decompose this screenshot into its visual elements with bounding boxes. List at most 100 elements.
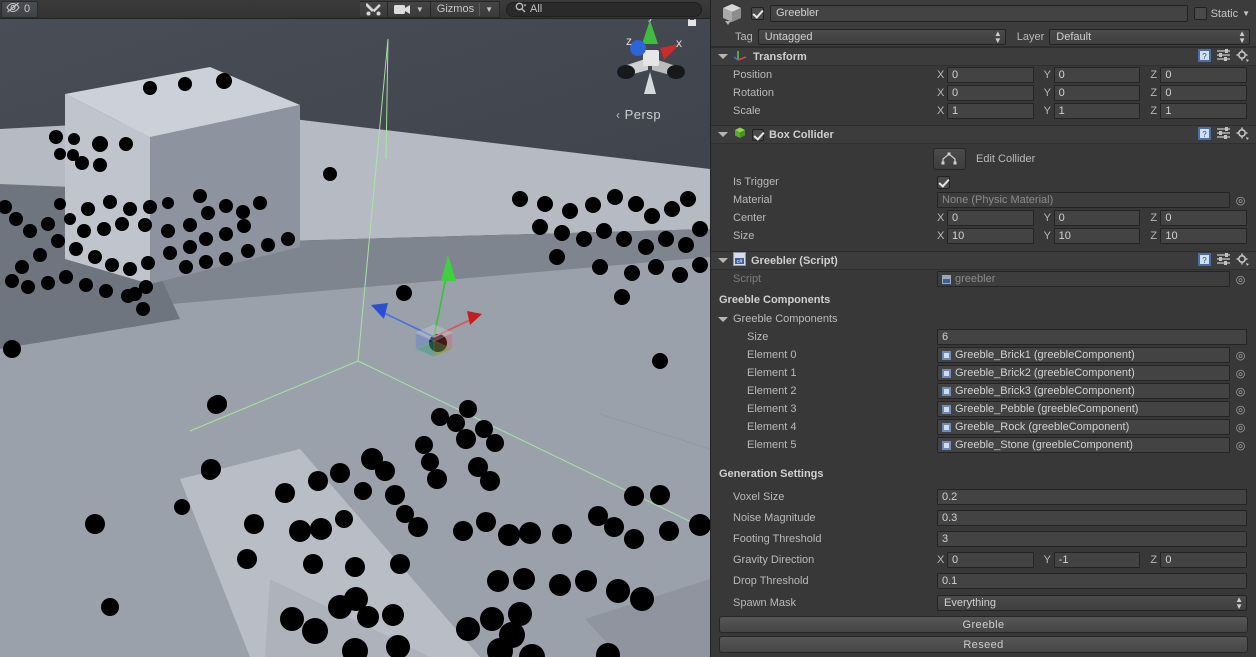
element-label: Element 4 <box>747 421 797 433</box>
greeble-components-array-foldout[interactable]: Greeble Components <box>711 310 1256 328</box>
foldout-arrow-icon[interactable] <box>718 258 728 263</box>
footing-threshold-input[interactable]: 3 <box>937 531 1247 547</box>
element-object-field[interactable]: Greeble_Pebble (greebleComponent) <box>937 401 1230 417</box>
element-value: Greeble_Pebble (greebleComponent) <box>955 403 1139 415</box>
search-value: All <box>530 3 543 15</box>
preset-icon[interactable] <box>1217 49 1230 64</box>
component-header-transform[interactable]: Transform ? <box>711 47 1256 66</box>
foldout-arrow-icon[interactable] <box>718 132 728 137</box>
layer-label: Layer <box>1016 30 1045 43</box>
scale-z-input[interactable]: 1 <box>1160 103 1248 119</box>
position-label: Position <box>733 69 773 81</box>
projection-label[interactable]: ‹ Persp <box>616 107 661 122</box>
gear-icon[interactable] <box>1236 253 1249 269</box>
object-picker-icon[interactable]: ◎ <box>1234 403 1247 416</box>
edit-collider-button[interactable] <box>933 147 966 170</box>
array-foldout-label: Greeble Components <box>733 313 838 325</box>
center-x-input[interactable]: 0 <box>947 210 1034 226</box>
greeble-button[interactable]: Greeble <box>719 616 1248 633</box>
gear-icon[interactable] <box>1236 127 1249 143</box>
scale-x-input[interactable]: 1 <box>947 103 1034 119</box>
tag-label: Tag <box>735 30 753 43</box>
scene-visibility-toggle[interactable]: 0 <box>1 0 39 18</box>
position-y-input[interactable]: 0 <box>1053 67 1141 83</box>
object-picker-icon[interactable]: ◎ <box>1234 273 1247 286</box>
scene-camera-button[interactable]: ▼ <box>387 0 431 18</box>
scene-view-panel: y x z ‹ Persp 0 <box>0 0 710 657</box>
reseed-button[interactable]: Reseed <box>719 636 1248 653</box>
scale-y-input[interactable]: 1 <box>1053 103 1141 119</box>
component-header-greebler-script[interactable]: c# Greebler (Script) ? <box>711 251 1256 270</box>
help-book-icon[interactable]: ? <box>1198 126 1211 143</box>
object-picker-icon[interactable]: ◎ <box>1234 194 1247 207</box>
array-element-row: Element 3 Greeble_Pebble (greebleCompone… <box>711 400 1256 418</box>
position-x-input[interactable]: 0 <box>947 67 1034 83</box>
box-collider-enabled-checkbox[interactable] <box>752 128 764 141</box>
chevron-down-icon[interactable]: ▼ <box>1242 9 1250 18</box>
element-object-field[interactable]: Greeble_Stone (greebleComponent) <box>937 437 1230 453</box>
static-toggle[interactable]: Static ▼ <box>1193 7 1250 20</box>
preset-icon[interactable] <box>1217 253 1230 268</box>
search-input[interactable]: All <box>506 1 702 17</box>
voxel-size-input[interactable]: 0.2 <box>937 489 1247 505</box>
axis-z-label: Z <box>1150 212 1158 224</box>
element-label: Element 1 <box>747 367 797 379</box>
axis-x-label: X <box>937 105 945 117</box>
visibility-count: 0 <box>24 3 31 15</box>
element-object-field[interactable]: Greeble_Brick1 (greebleComponent) <box>937 347 1230 363</box>
layer-dropdown[interactable]: Default ▲ ▼ <box>1049 28 1250 45</box>
object-picker-icon[interactable]: ◎ <box>1234 421 1247 434</box>
element-object-field[interactable]: Greeble_Brick3 (greebleComponent) <box>937 383 1230 399</box>
voxel-size-row: Voxel Size 0.2 <box>711 488 1256 506</box>
object-picker-icon[interactable]: ◎ <box>1234 439 1247 452</box>
object-picker-icon[interactable]: ◎ <box>1234 385 1247 398</box>
static-checkbox[interactable] <box>1193 7 1207 20</box>
script-row: Script greebler ◎ <box>711 270 1256 288</box>
element-object-field[interactable]: Greeble_Brick2 (greebleComponent) <box>937 365 1230 381</box>
gravity-z-input[interactable]: 0 <box>1160 552 1248 568</box>
position-z-input[interactable]: 0 <box>1160 67 1248 83</box>
spawn-mask-dropdown[interactable]: Everything ▲ ▼ <box>937 594 1247 611</box>
help-book-icon[interactable]: ? <box>1198 48 1211 65</box>
gear-icon[interactable] <box>1236 49 1249 65</box>
search-icon <box>515 2 527 16</box>
material-object-field[interactable]: None (Physic Material) <box>937 192 1230 208</box>
updown-icon: ▲ ▼ <box>1235 594 1243 611</box>
size-z-input[interactable]: 10 <box>1160 228 1248 244</box>
rotation-z-input[interactable]: 0 <box>1160 85 1248 101</box>
rotation-y-input[interactable]: 0 <box>1053 85 1141 101</box>
help-book-icon[interactable]: ? <box>1198 252 1211 269</box>
is-trigger-checkbox[interactable] <box>937 175 950 189</box>
size-x-input[interactable]: 10 <box>947 228 1034 244</box>
size-y-input[interactable]: 10 <box>1053 228 1141 244</box>
array-size-input[interactable]: 6 <box>937 329 1247 345</box>
array-size-label: Size <box>747 331 769 343</box>
center-y-input[interactable]: 0 <box>1053 210 1141 226</box>
element-value: Greeble_Brick1 (greebleComponent) <box>955 349 1135 361</box>
foldout-arrow-icon[interactable] <box>718 316 728 322</box>
script-object-field[interactable]: greebler <box>937 271 1230 287</box>
cube-icon[interactable] <box>719 2 745 26</box>
gizmos-button[interactable]: Gizmos ▼ <box>430 0 500 18</box>
center-z-input[interactable]: 0 <box>1160 210 1248 226</box>
axis-y-label: Y <box>1043 105 1052 117</box>
array-size-row: Size 6 <box>711 328 1256 346</box>
foldout-arrow-icon[interactable] <box>718 54 728 59</box>
axis-x-label: X <box>937 87 945 99</box>
gameobject-enabled-checkbox[interactable] <box>751 7 764 20</box>
component-header-box-collider[interactable]: Box Collider ? <box>711 125 1256 144</box>
gravity-x-input[interactable]: 0 <box>947 552 1034 568</box>
drop-threshold-input[interactable]: 0.1 <box>937 573 1247 589</box>
element-object-field[interactable]: Greeble_Rock (greebleComponent) <box>937 419 1230 435</box>
noise-magnitude-input[interactable]: 0.3 <box>937 510 1247 526</box>
scene-orientation-gizmo[interactable]: y x z ‹ Persp <box>604 8 700 122</box>
tools-icon[interactable] <box>359 0 388 18</box>
object-picker-icon[interactable]: ◎ <box>1234 349 1247 362</box>
tag-dropdown[interactable]: Untagged ▲ ▼ <box>757 28 1006 45</box>
rotation-x-input[interactable]: 0 <box>947 85 1034 101</box>
gravity-y-input[interactable]: -1 <box>1053 552 1141 568</box>
preset-icon[interactable] <box>1217 127 1230 142</box>
gameobject-name-input[interactable]: Greebler <box>770 5 1188 22</box>
object-picker-icon[interactable]: ◎ <box>1234 367 1247 380</box>
script-value: greebler <box>955 273 996 285</box>
